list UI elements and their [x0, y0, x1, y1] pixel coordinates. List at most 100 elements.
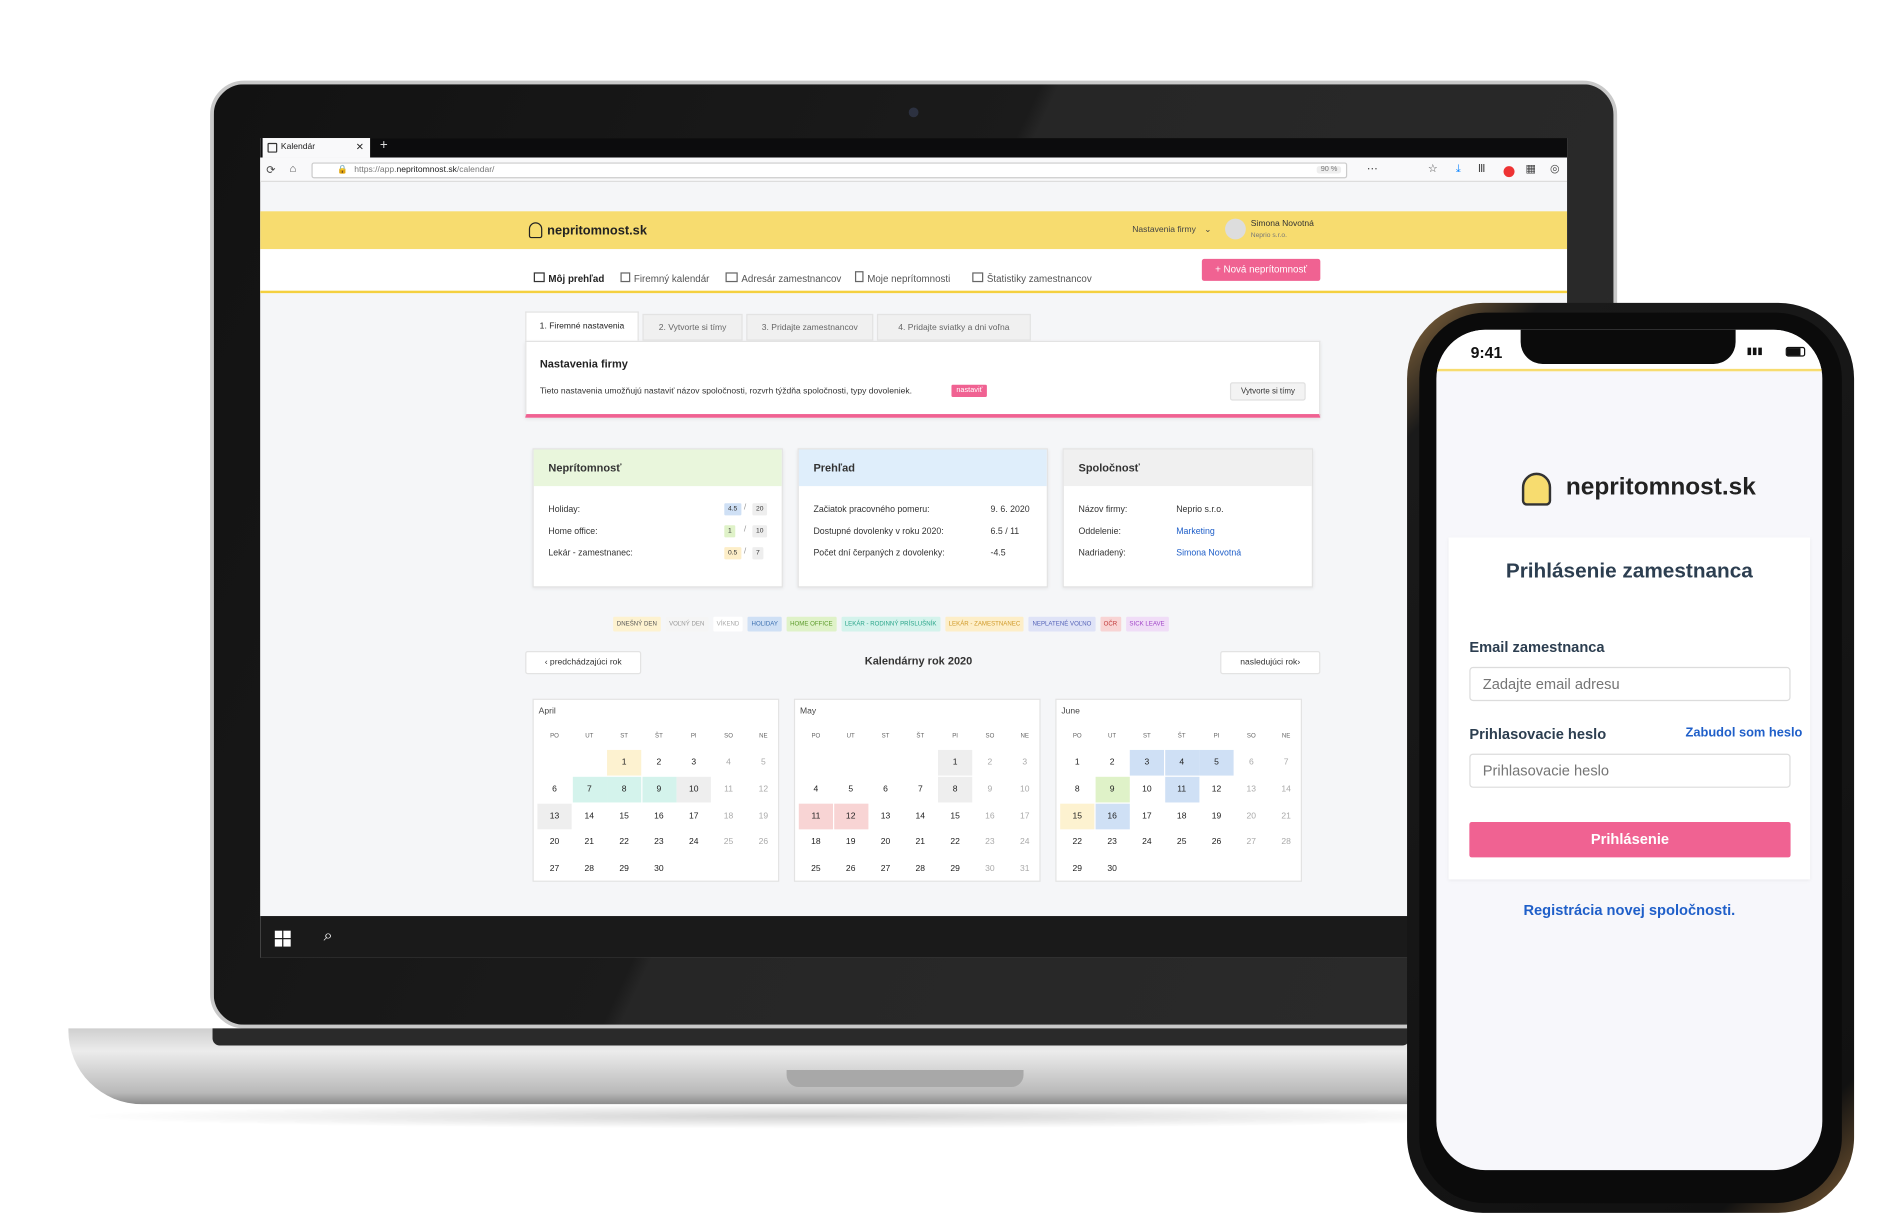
calendar-day[interactable]: 14 — [572, 803, 606, 829]
calendar-day[interactable]: 16 — [642, 803, 676, 829]
calendar-day[interactable]: 4 — [711, 750, 745, 776]
calendar-day[interactable]: 19 — [746, 803, 780, 829]
calendar-day[interactable]: 27 — [537, 856, 571, 882]
nav-item-my-overview[interactable]: Môj prehľad — [533, 266, 604, 288]
tab-company-settings[interactable]: 1. Firemné nastavenia — [525, 311, 639, 341]
tab-add-holidays[interactable]: 4. Pridajte sviatky a dni voľna — [876, 313, 1031, 341]
calendar-day[interactable]: 22 — [607, 830, 641, 856]
bookmark-star-icon[interactable]: ☆ — [1428, 162, 1438, 175]
calendar-day[interactable]: 29 — [607, 856, 641, 882]
calendar-day[interactable]: 31 — [1008, 856, 1042, 882]
calendar-day[interactable]: 4 — [799, 777, 833, 803]
calendar-day[interactable]: 21 — [572, 830, 606, 856]
calendar-day[interactable]: 24 — [677, 830, 711, 856]
calendar-day[interactable]: 6 — [537, 777, 571, 803]
calendar-day[interactable]: 28 — [903, 856, 937, 882]
tab-create-teams[interactable]: 2. Vytvorte si tímy — [642, 313, 743, 341]
menu-icon[interactable]: ◎ — [1550, 162, 1560, 175]
calendar-day[interactable]: 10 — [676, 776, 711, 803]
calendar-day[interactable]: 23 — [1095, 830, 1129, 856]
calendar-day[interactable]: 15 — [607, 803, 641, 829]
calendar-day[interactable]: 30 — [642, 856, 676, 882]
calendar-day[interactable]: 27 — [868, 856, 902, 882]
create-teams-button[interactable]: Vytvorte si tímy — [1229, 382, 1306, 401]
calendar-day[interactable]: 16 — [973, 803, 1007, 829]
adblock-icon[interactable] — [1503, 166, 1515, 178]
settings-menu[interactable]: Nastavenia firmy — [1132, 226, 1196, 235]
calendar-day[interactable]: 25 — [799, 856, 833, 882]
calendar-day[interactable]: 21 — [903, 830, 937, 856]
calendar-day[interactable]: 7 — [1269, 750, 1303, 776]
calendar-day[interactable]: 3 — [1008, 750, 1042, 776]
calendar-day[interactable]: 27 — [1234, 830, 1268, 856]
calendar-day[interactable]: 4 — [1164, 749, 1199, 776]
calendar-day[interactable]: 3 — [677, 750, 711, 776]
home-icon[interactable]: ⌂ — [289, 162, 296, 174]
calendar-day[interactable]: 18 — [711, 803, 745, 829]
calendar-day[interactable]: 14 — [903, 803, 937, 829]
calendar-day[interactable]: 23 — [642, 830, 676, 856]
calendar-day[interactable]: 30 — [1095, 856, 1129, 882]
avatar[interactable] — [1225, 218, 1246, 240]
search-icon[interactable]: ⌕ — [324, 926, 333, 946]
calendar-day[interactable]: 15 — [1060, 803, 1095, 829]
calendar-day[interactable]: 14 — [1269, 777, 1303, 803]
calendar-day[interactable]: 8 — [1060, 777, 1094, 803]
calendar-day[interactable]: 13 — [537, 803, 572, 829]
company-row-value[interactable]: Marketing — [1176, 525, 1215, 536]
calendar-day[interactable]: 13 — [1234, 777, 1268, 803]
calendar-day[interactable]: 8 — [938, 776, 973, 803]
calendar-day[interactable]: 17 — [677, 803, 711, 829]
calendar-day[interactable]: 21 — [1269, 803, 1303, 829]
calendar-day[interactable]: 9 — [1094, 776, 1130, 803]
calendar-day[interactable]: 3 — [1129, 749, 1164, 776]
calendar-day[interactable]: 11 — [1164, 776, 1199, 803]
calendar-day[interactable]: 25 — [1165, 830, 1199, 856]
new-absence-button[interactable]: + Nová neprítomnosť — [1201, 258, 1321, 281]
nav-item-company-calendar[interactable]: Firemný kalendár — [620, 266, 709, 288]
tab-add-employees[interactable]: 3. Pridajte zamestnancov — [746, 313, 874, 341]
calendar-day[interactable]: 29 — [1060, 856, 1094, 882]
calendar-day[interactable]: 17 — [1008, 803, 1042, 829]
zoom-level[interactable]: 90 % — [1317, 166, 1342, 174]
calendar-day[interactable]: 13 — [868, 803, 902, 829]
calendar-day[interactable]: 18 — [799, 830, 833, 856]
browser-tab[interactable]: Kalendár ✕ — [262, 138, 371, 158]
windows-start-icon[interactable] — [274, 930, 291, 947]
close-tab-icon[interactable]: ✕ — [356, 142, 364, 153]
calendar-day[interactable]: 20 — [868, 830, 902, 856]
calendar-day[interactable]: 12 — [1199, 777, 1233, 803]
set-badge[interactable]: nastaviť — [951, 384, 988, 397]
calendar-day[interactable]: 17 — [1130, 803, 1164, 829]
calendar-day[interactable]: 20 — [1234, 803, 1268, 829]
url-bar[interactable]: 🔒 https://app.nepritomnost.sk/calendar/ … — [311, 162, 1348, 179]
email-input[interactable] — [1469, 666, 1791, 702]
prev-year-button[interactable]: ‹ predchádzajúci rok — [525, 651, 642, 675]
calendar-day[interactable]: 8 — [607, 776, 642, 803]
register-link[interactable]: Registrácia novej spoločnosti. — [1436, 901, 1822, 918]
calendar-day[interactable]: 9 — [973, 777, 1007, 803]
calendar-day[interactable]: 20 — [537, 830, 571, 856]
calendar-day[interactable]: 16 — [1094, 803, 1130, 829]
calendar-day[interactable]: 15 — [938, 803, 972, 829]
calendar-day[interactable]: 7 — [903, 777, 937, 803]
calendar-day[interactable]: 19 — [1199, 803, 1233, 829]
calendar-day[interactable]: 26 — [746, 830, 780, 856]
calendar-day[interactable]: 26 — [834, 856, 868, 882]
password-input[interactable] — [1469, 753, 1791, 788]
calendar-day[interactable]: 12 — [746, 777, 780, 803]
calendar-day[interactable]: 10 — [1008, 777, 1042, 803]
app-logo[interactable]: nepritomnost.sk — [547, 224, 647, 239]
calendar-day[interactable]: 7 — [572, 776, 607, 803]
calendar-day[interactable]: 29 — [938, 856, 972, 882]
calendar-day[interactable]: 30 — [973, 856, 1007, 882]
calendar-day[interactable]: 10 — [1130, 777, 1164, 803]
calendar-day[interactable]: 1 — [938, 749, 973, 776]
reload-icon[interactable]: ⟳ — [266, 164, 275, 177]
calendar-day[interactable]: 23 — [973, 830, 1007, 856]
calendar-day[interactable]: 11 — [798, 803, 833, 829]
calendar-day[interactable]: 1 — [1060, 750, 1094, 776]
more-icon[interactable]: ⋯ — [1367, 162, 1378, 175]
new-tab-icon[interactable]: + — [380, 138, 388, 153]
calendar-day[interactable]: 6 — [868, 777, 902, 803]
